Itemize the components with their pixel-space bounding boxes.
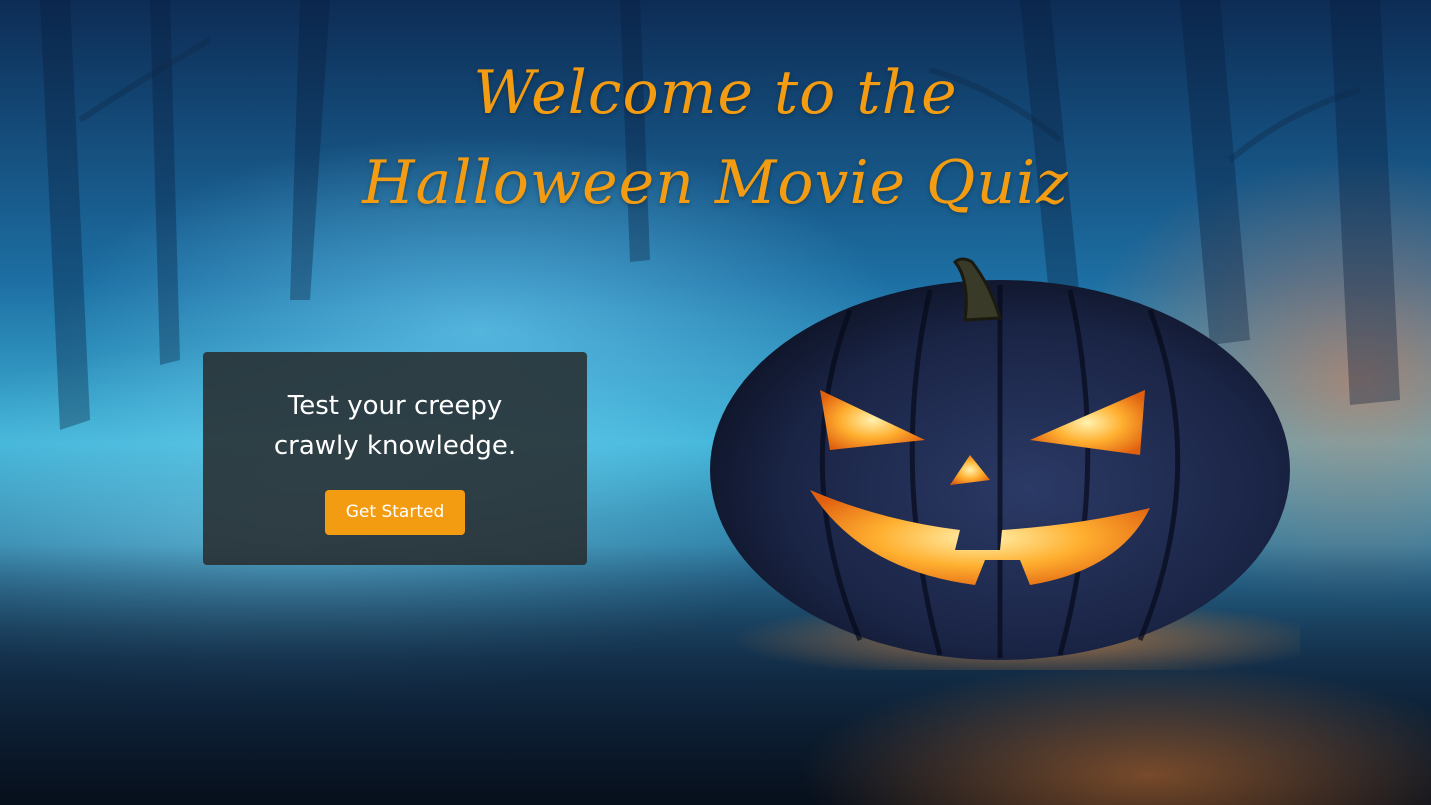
title-line-1: Welcome to the [473, 58, 958, 128]
page-title: Welcome to the Halloween Movie Quiz [0, 48, 1431, 228]
jack-o-lantern-icon [710, 257, 1300, 670]
hero-background: Welcome to the Halloween Movie Quiz Test… [0, 0, 1431, 805]
intro-card: Test your creepy crawly knowledge. Get S… [203, 352, 587, 565]
title-line-2: Halloween Movie Quiz [362, 148, 1069, 218]
intro-text: Test your creepy crawly knowledge. [273, 391, 517, 461]
get-started-button[interactable]: Get Started [325, 490, 465, 535]
